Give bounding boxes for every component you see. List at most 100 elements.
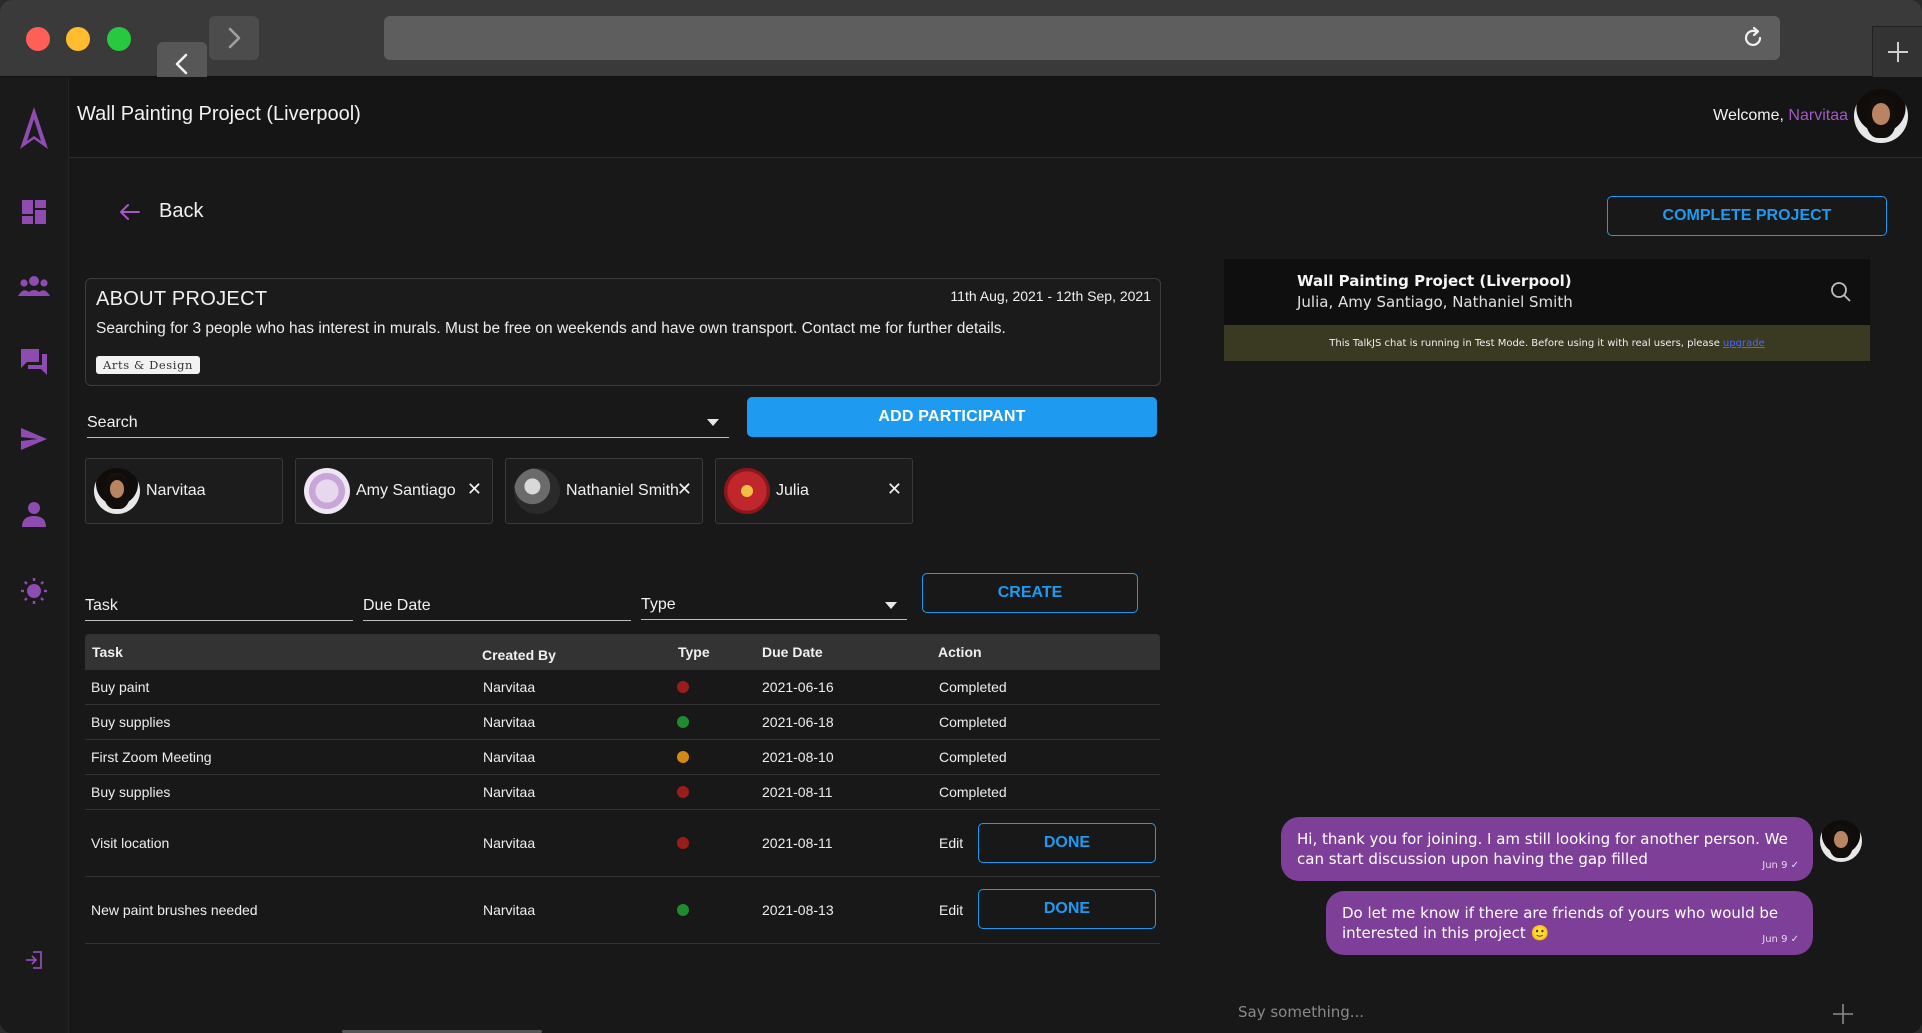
chat-message: Hi, thank you for joining. I am still lo… <box>1281 817 1813 881</box>
table-row: Visit location Narvitaa 2021-08-11 Edit … <box>85 810 1160 877</box>
about-title: ABOUT PROJECT <box>96 288 268 310</box>
chevron-down-icon[interactable] <box>885 602 897 609</box>
welcome-text: Welcome, Narvitaa <box>1713 107 1848 125</box>
task-name: Visit location <box>91 835 170 851</box>
due-date-field-label: Due Date <box>363 597 431 614</box>
table-row: Buy supplies Narvitaa 2021-08-11 Complet… <box>85 775 1160 810</box>
participant-name: Julia <box>776 482 809 499</box>
due-date-input[interactable]: Due Date <box>363 594 631 621</box>
welcome-username[interactable]: Narvitaa <box>1788 107 1848 124</box>
table-header: Task Created By Type Due Date Action <box>85 634 1160 670</box>
message-meta: Jun 9 ✓ <box>1762 934 1799 945</box>
maximize-window-button[interactable] <box>107 27 131 51</box>
participant-chip: Amy Santiago ✕ <box>295 458 493 524</box>
complete-project-button[interactable]: COMPLETE PROJECT <box>1607 196 1887 236</box>
edit-task-link[interactable]: Edit <box>939 902 963 918</box>
task-due: 2021-08-13 <box>762 902 834 918</box>
message-meta: Jun 9 ✓ <box>1762 860 1799 871</box>
task-name: Buy supplies <box>91 784 171 800</box>
logo-icon[interactable] <box>17 107 51 151</box>
tasks-table: Task Created By Type Due Date Action Buy… <box>85 634 1160 944</box>
table-row: New paint brushes needed Narvitaa 2021-0… <box>85 877 1160 944</box>
header-task: Task <box>92 644 123 660</box>
type-field-label: Type <box>641 596 676 613</box>
edit-task-link[interactable]: Edit <box>939 835 963 851</box>
chat-message: Do let me know if there are friends of y… <box>1326 891 1813 955</box>
create-task-button[interactable]: CREATE <box>922 573 1138 613</box>
close-icon[interactable]: ✕ <box>467 479 482 500</box>
user-avatar[interactable] <box>1854 89 1908 143</box>
chat-input-placeholder: Say something... <box>1238 1003 1365 1021</box>
participant-name: Amy Santiago <box>356 482 456 499</box>
search-icon[interactable] <box>1830 281 1852 303</box>
test-mode-text: This TalkJS chat is running in Test Mode… <box>1329 337 1720 349</box>
task-due: 2021-06-16 <box>762 679 834 695</box>
plus-icon[interactable] <box>1832 1003 1854 1025</box>
sidebar <box>0 77 69 1033</box>
participant-search-input[interactable]: Search <box>87 412 729 438</box>
dashboard-icon[interactable] <box>17 195 51 229</box>
back-label: Back <box>159 200 204 222</box>
close-window-button[interactable] <box>26 27 50 51</box>
task-field-label: Task <box>85 597 118 614</box>
chevron-left-icon <box>175 53 188 75</box>
chat-panel: Wall Painting Project (Liverpool) Julia,… <box>1224 259 1870 1024</box>
back-button[interactable]: Back <box>119 200 203 223</box>
chat-members: Julia, Amy Santiago, Nathaniel Smith <box>1297 293 1573 311</box>
task-name: Buy paint <box>91 679 150 695</box>
add-participant-button[interactable]: ADD PARTICIPANT <box>747 397 1157 437</box>
table-row: Buy paint Narvitaa 2021-06-16 Completed <box>85 670 1160 705</box>
reload-icon[interactable] <box>1740 25 1766 51</box>
sender-avatar <box>1820 820 1862 862</box>
task-input[interactable]: Task <box>85 594 353 621</box>
message-text: Hi, thank you for joining. I am still lo… <box>1297 830 1788 868</box>
task-action: Completed <box>939 679 1007 695</box>
page-title: Wall Painting Project (Liverpool) <box>77 103 361 125</box>
task-creator: Narvitaa <box>483 835 536 851</box>
new-tab-button[interactable] <box>1872 26 1922 77</box>
chat-icon[interactable] <box>17 345 51 379</box>
address-bar[interactable] <box>384 16 1780 60</box>
task-name: First Zoom Meeting <box>91 749 212 765</box>
task-creator: Narvitaa <box>483 902 536 918</box>
task-action: Completed <box>939 749 1007 765</box>
done-button[interactable]: DONE <box>978 889 1156 929</box>
chat-title: Wall Painting Project (Liverpool) <box>1297 272 1572 290</box>
header-type: Type <box>678 644 710 660</box>
type-select[interactable]: Type <box>641 594 907 620</box>
close-icon[interactable]: ✕ <box>887 479 902 500</box>
participant-avatar <box>514 468 560 514</box>
participant-avatar <box>304 468 350 514</box>
task-due: 2021-08-10 <box>762 749 834 765</box>
send-icon[interactable] <box>17 422 51 456</box>
minimize-window-button[interactable] <box>66 27 90 51</box>
task-due: 2021-08-11 <box>762 835 833 851</box>
chevron-right-icon <box>228 27 241 49</box>
header-action: Action <box>938 644 982 660</box>
table-row: Buy supplies Narvitaa 2021-06-18 Complet… <box>85 705 1160 740</box>
participant-chip: Narvitaa <box>85 458 283 524</box>
task-action: Completed <box>939 784 1007 800</box>
chevron-down-icon[interactable] <box>707 419 719 426</box>
task-name: Buy supplies <box>91 714 171 730</box>
logout-icon[interactable] <box>17 943 51 977</box>
participant-name: Narvitaa <box>146 482 206 499</box>
upgrade-link[interactable]: upgrade <box>1723 338 1765 349</box>
groups-icon[interactable] <box>17 269 51 303</box>
close-icon[interactable]: ✕ <box>677 479 692 500</box>
participant-chip: Julia ✕ <box>715 458 913 524</box>
brightness-icon[interactable] <box>17 574 51 608</box>
category-tag: Arts & Design <box>96 356 201 374</box>
type-dot <box>677 716 689 728</box>
task-due: 2021-08-11 <box>762 784 833 800</box>
type-dot <box>677 681 689 693</box>
person-icon[interactable] <box>17 497 51 531</box>
app-window: Wall Painting Project (Liverpool) Welcom… <box>0 0 1922 1033</box>
done-button[interactable]: DONE <box>978 823 1156 863</box>
chat-message-input[interactable]: Say something... <box>1232 989 1862 1033</box>
browser-forward-button[interactable] <box>209 16 259 60</box>
chat-header: Wall Painting Project (Liverpool) Julia,… <box>1224 259 1870 325</box>
type-dot <box>677 904 689 916</box>
participant-avatar <box>94 468 140 514</box>
search-label: Search <box>87 414 138 431</box>
